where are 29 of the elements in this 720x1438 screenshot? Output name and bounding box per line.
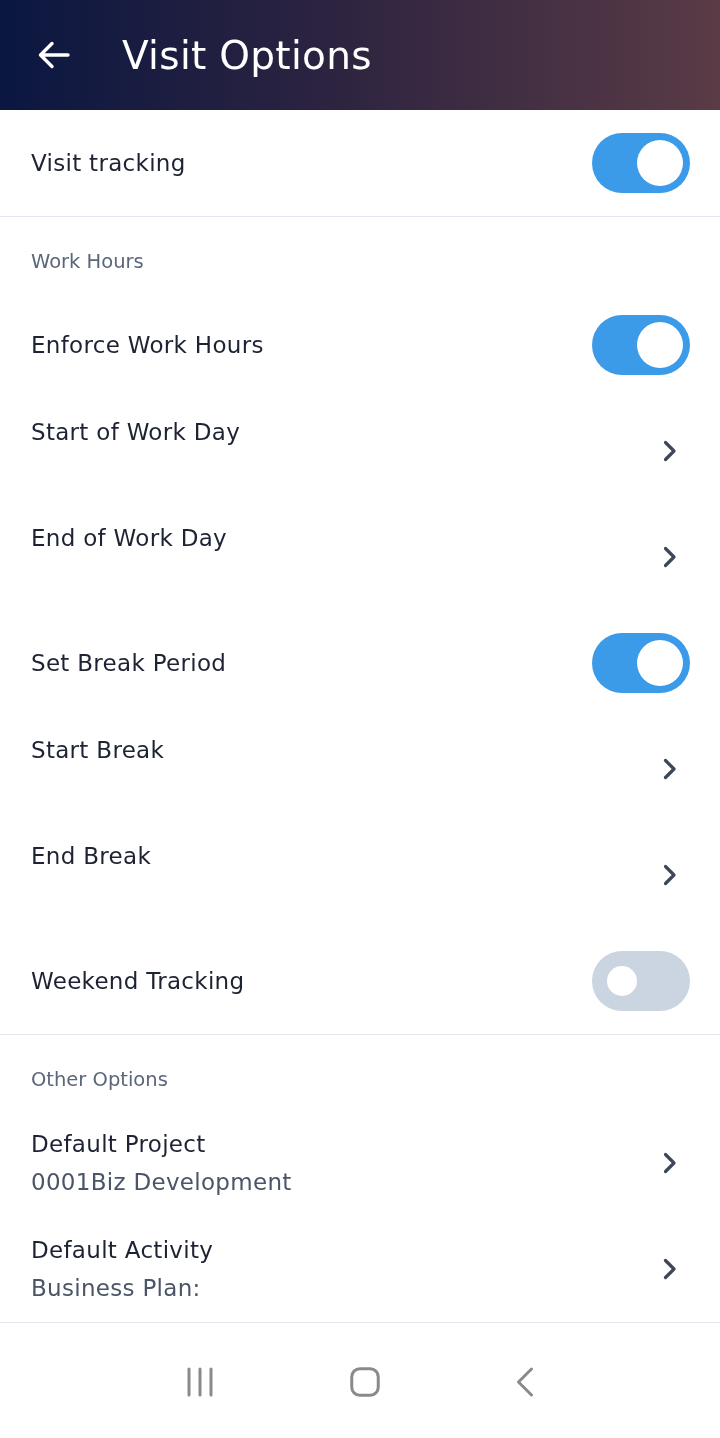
setting-label: Visit tracking bbox=[31, 149, 186, 178]
home-icon[interactable] bbox=[350, 1367, 380, 1397]
back-icon[interactable] bbox=[516, 1367, 534, 1397]
section-heading: Other Options bbox=[30, 1067, 169, 1093]
chevron-right-icon[interactable] bbox=[663, 758, 677, 780]
chevron-right-icon[interactable] bbox=[663, 440, 677, 462]
toggle-switch[interactable] bbox=[592, 633, 690, 693]
setting-label[interactable]: End of Work Day bbox=[31, 519, 227, 557]
setting-label[interactable]: Start Break bbox=[31, 731, 165, 769]
toggle-switch[interactable] bbox=[592, 133, 690, 193]
setting-label: Set Break Period bbox=[31, 649, 227, 678]
section-heading: Work Hours bbox=[30, 249, 145, 275]
chevron-right-icon[interactable] bbox=[663, 864, 677, 886]
back-arrow-icon[interactable] bbox=[38, 41, 70, 69]
setting-label[interactable]: Default Activity bbox=[31, 1231, 214, 1269]
recent-apps-icon[interactable] bbox=[186, 1367, 214, 1397]
toggle-switch[interactable] bbox=[592, 951, 690, 1011]
page-title: Visit Options bbox=[122, 32, 372, 78]
chevron-right-icon[interactable] bbox=[663, 1152, 677, 1174]
toggle-switch[interactable] bbox=[592, 315, 690, 375]
setting-label[interactable]: End Break bbox=[31, 837, 151, 875]
setting-label[interactable]: Default Project bbox=[31, 1125, 206, 1163]
chevron-right-icon[interactable] bbox=[663, 546, 677, 568]
setting-label: Weekend Tracking bbox=[31, 967, 245, 996]
setting-label: Enforce Work Hours bbox=[31, 331, 264, 360]
chevron-right-icon[interactable] bbox=[663, 1258, 677, 1280]
setting-label[interactable]: Start of Work Day bbox=[31, 413, 241, 451]
setting-value: Business Plan: bbox=[31, 1274, 201, 1303]
setting-value: 0001Biz Development bbox=[31, 1168, 292, 1197]
